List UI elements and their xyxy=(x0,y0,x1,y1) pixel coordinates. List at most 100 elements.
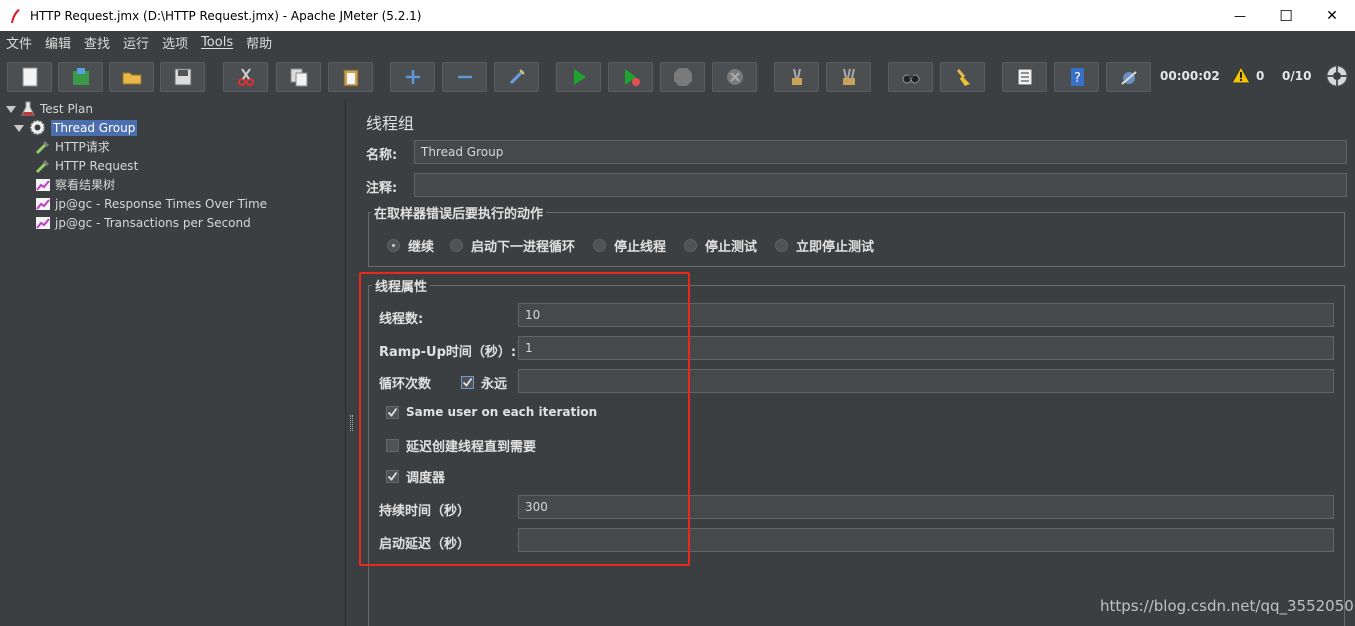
remote-status-icon[interactable] xyxy=(1326,65,1348,87)
radio-selected-icon xyxy=(387,239,400,252)
search-icon xyxy=(902,74,919,84)
stop-button[interactable] xyxy=(660,62,705,92)
tree-node-transactions-per-second[interactable]: jp@gc - Transactions per Second xyxy=(35,213,251,232)
cut-button[interactable] xyxy=(223,62,268,92)
tree-node-thread-group[interactable]: Thread Group xyxy=(14,118,138,137)
tree-node-test-plan[interactable]: Test Plan xyxy=(6,99,93,118)
collapse-icon xyxy=(457,75,472,79)
name-input[interactable]: Thread Group xyxy=(414,140,1347,164)
split-pane-divider[interactable] xyxy=(347,99,355,626)
copy-button[interactable] xyxy=(276,62,321,92)
tree-node-label: HTTP Request xyxy=(55,158,139,173)
radio-unselected-icon xyxy=(593,239,606,252)
toggle-button[interactable] xyxy=(494,62,539,92)
window-title: HTTP Request.jmx (D:\HTTP Request.jmx) -… xyxy=(30,8,422,23)
warning-count: 0 xyxy=(1256,69,1265,83)
radio-label: 停止线程 xyxy=(614,240,667,255)
collapse-button[interactable] xyxy=(442,62,487,92)
start-icon xyxy=(573,69,586,85)
help-button[interactable]: ? xyxy=(1054,62,1099,92)
radio-unselected-icon xyxy=(450,239,463,252)
menu-tools[interactable]: Tools xyxy=(201,35,233,50)
remote-button[interactable] xyxy=(1106,62,1151,92)
flask-icon xyxy=(21,101,35,115)
new-icon xyxy=(22,67,37,87)
templates-button[interactable] xyxy=(58,62,103,92)
toggle-icon xyxy=(509,69,525,85)
tree-node-http-request-cn[interactable]: HTTP请求 xyxy=(35,137,110,156)
shutdown-button[interactable] xyxy=(712,62,757,92)
radio-label: 启动下一进程循环 xyxy=(471,240,576,255)
tree-node-http-request[interactable]: HTTP Request xyxy=(35,156,138,175)
graph-icon xyxy=(36,197,50,210)
maximize-button[interactable]: ☐ xyxy=(1263,0,1309,31)
close-icon: ✕ xyxy=(1326,7,1338,24)
warning-icon[interactable] xyxy=(1231,66,1251,84)
radio-continue[interactable]: 继续 xyxy=(387,236,434,255)
clear-all-icon xyxy=(842,68,855,85)
tree-node-view-results-tree[interactable]: 察看结果树 xyxy=(35,175,115,194)
shutdown-icon xyxy=(726,69,743,85)
clear-icon xyxy=(791,68,802,85)
stop-icon xyxy=(673,68,692,86)
active-threads-count: 0/10 xyxy=(1282,69,1312,83)
expand-arrow-icon[interactable] xyxy=(6,104,16,114)
radio-stop-test-now[interactable]: 立即停止测试 xyxy=(775,236,874,255)
start-button[interactable] xyxy=(556,62,601,92)
cut-icon xyxy=(237,68,254,86)
gear-icon xyxy=(29,119,46,136)
menu-edit[interactable]: 编辑 xyxy=(45,33,71,52)
expand-icon xyxy=(405,70,420,84)
expand-arrow-icon[interactable] xyxy=(14,123,24,133)
radio-stop-test[interactable]: 停止测试 xyxy=(684,236,757,255)
watermark-text: https://blog.csdn.net/qq_35520506 xyxy=(1100,597,1355,615)
toolbar: ? 00:00:02 0 0/10 xyxy=(0,56,1355,98)
error-action-legend: 在取样器错误后要执行的动作 xyxy=(371,203,547,222)
radio-label: 停止测试 xyxy=(705,240,758,255)
save-button[interactable] xyxy=(160,62,205,92)
tree-node-label: HTTP请求 xyxy=(55,140,110,154)
menu-file[interactable]: 文件 xyxy=(6,33,32,52)
expand-button[interactable] xyxy=(390,62,435,92)
name-label: 名称: xyxy=(366,148,398,163)
function-helper-button[interactable] xyxy=(1002,62,1047,92)
radio-unselected-icon xyxy=(775,239,788,252)
menu-help[interactable]: 帮助 xyxy=(246,33,272,52)
new-button[interactable] xyxy=(7,62,52,92)
pipette-icon xyxy=(35,140,49,154)
reset-search-button[interactable] xyxy=(940,62,985,92)
radio-unselected-icon xyxy=(684,239,697,252)
tree-node-label: Test Plan xyxy=(40,101,93,116)
comment-input[interactable] xyxy=(414,173,1347,197)
tree-node-label: jp@gc - Transactions per Second xyxy=(55,215,251,230)
broom-icon xyxy=(956,69,970,86)
open-icon xyxy=(122,72,141,85)
templates-icon xyxy=(72,68,89,85)
radio-stop-thread[interactable]: 停止线程 xyxy=(593,236,666,255)
menu-search[interactable]: 查找 xyxy=(84,33,110,52)
elapsed-timer: 00:00:02 xyxy=(1160,69,1220,83)
search-button[interactable] xyxy=(888,62,933,92)
start-no-pauses-button[interactable] xyxy=(608,62,653,92)
copy-icon xyxy=(290,68,307,87)
title-bar: HTTP Request.jmx (D:\HTTP Request.jmx) -… xyxy=(0,0,1355,31)
close-button[interactable]: ✕ xyxy=(1309,0,1355,31)
tree-node-label: 察看结果树 xyxy=(55,178,116,192)
menu-options[interactable]: 选项 xyxy=(162,33,188,52)
maximize-icon: ☐ xyxy=(1279,6,1293,25)
divider-grip-icon[interactable] xyxy=(350,415,353,431)
panel-title: 线程组 xyxy=(366,114,415,133)
radio-label: 继续 xyxy=(408,240,435,255)
paste-button[interactable] xyxy=(328,62,373,92)
tree-node-response-times[interactable]: jp@gc - Response Times Over Time xyxy=(35,194,267,213)
minimize-button[interactable]: — xyxy=(1217,0,1263,31)
menu-run[interactable]: 运行 xyxy=(123,33,149,52)
tree-node-label: Thread Group xyxy=(51,119,138,136)
help-icon: ? xyxy=(1070,68,1084,86)
clear-all-button[interactable] xyxy=(826,62,871,92)
clear-button[interactable] xyxy=(774,62,819,92)
graph-icon xyxy=(36,178,50,191)
window-controls: — ☐ ✕ xyxy=(1217,0,1355,31)
open-button[interactable] xyxy=(109,62,154,92)
radio-start-next-loop[interactable]: 启动下一进程循环 xyxy=(450,236,575,255)
